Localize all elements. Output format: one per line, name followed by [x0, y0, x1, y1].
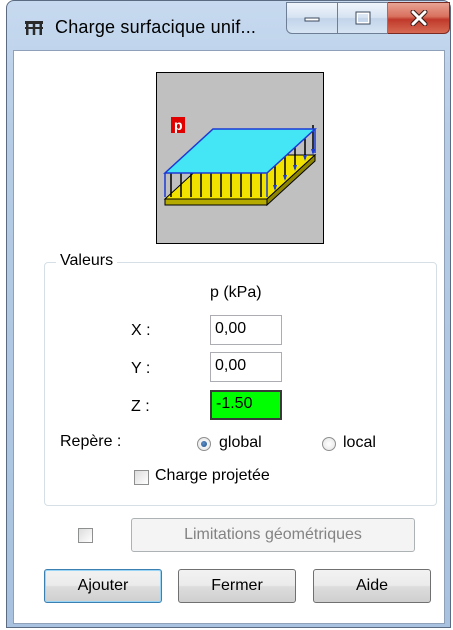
radio-local-label[interactable]: local: [343, 434, 376, 452]
row-label-x: X :: [131, 322, 151, 339]
limitations-button[interactable]: Limitations géométriques: [131, 518, 415, 552]
close-icon: [410, 10, 427, 26]
maximize-button[interactable]: [338, 2, 388, 34]
radio-global-label[interactable]: global: [219, 434, 262, 452]
window-title: Charge surfacique unif...: [55, 17, 257, 37]
z-value-input[interactable]: -1.50: [210, 390, 282, 420]
frame-icon: [25, 21, 43, 35]
projected-load-checkbox[interactable]: [134, 470, 149, 485]
x-value-input[interactable]: 0,00: [210, 315, 282, 345]
projected-load-label[interactable]: Charge projetée: [155, 467, 270, 485]
close-dialog-button[interactable]: Fermer: [178, 569, 296, 603]
minimize-icon: [304, 17, 320, 22]
load-symbol-p: p: [174, 117, 183, 133]
title-bar[interactable]: Charge surfacique unif...: [6, 0, 451, 50]
caption-buttons: [286, 2, 452, 36]
close-button[interactable]: [388, 2, 450, 34]
dialog-window: Charge surfacique unif... p Valeurs p (k…: [0, 0, 453, 630]
repere-label: Repère :: [60, 433, 122, 450]
radio-local[interactable]: [322, 437, 336, 451]
surface-load-diagram: p: [163, 117, 317, 207]
row-label-z: Z :: [131, 398, 150, 415]
help-button[interactable]: Aide: [313, 569, 431, 603]
maximize-icon: [355, 11, 370, 25]
surface-load-illustration: p: [156, 72, 324, 244]
column-header-p: p (kPa): [210, 284, 262, 301]
row-label-y: Y :: [131, 360, 151, 377]
values-group-title: Valeurs: [56, 252, 118, 270]
add-button[interactable]: Ajouter: [44, 569, 162, 603]
limitations-checkbox[interactable]: [78, 528, 93, 543]
y-value-input[interactable]: 0,00: [210, 352, 282, 382]
radio-global[interactable]: [197, 437, 211, 451]
minimize-button[interactable]: [286, 2, 338, 34]
